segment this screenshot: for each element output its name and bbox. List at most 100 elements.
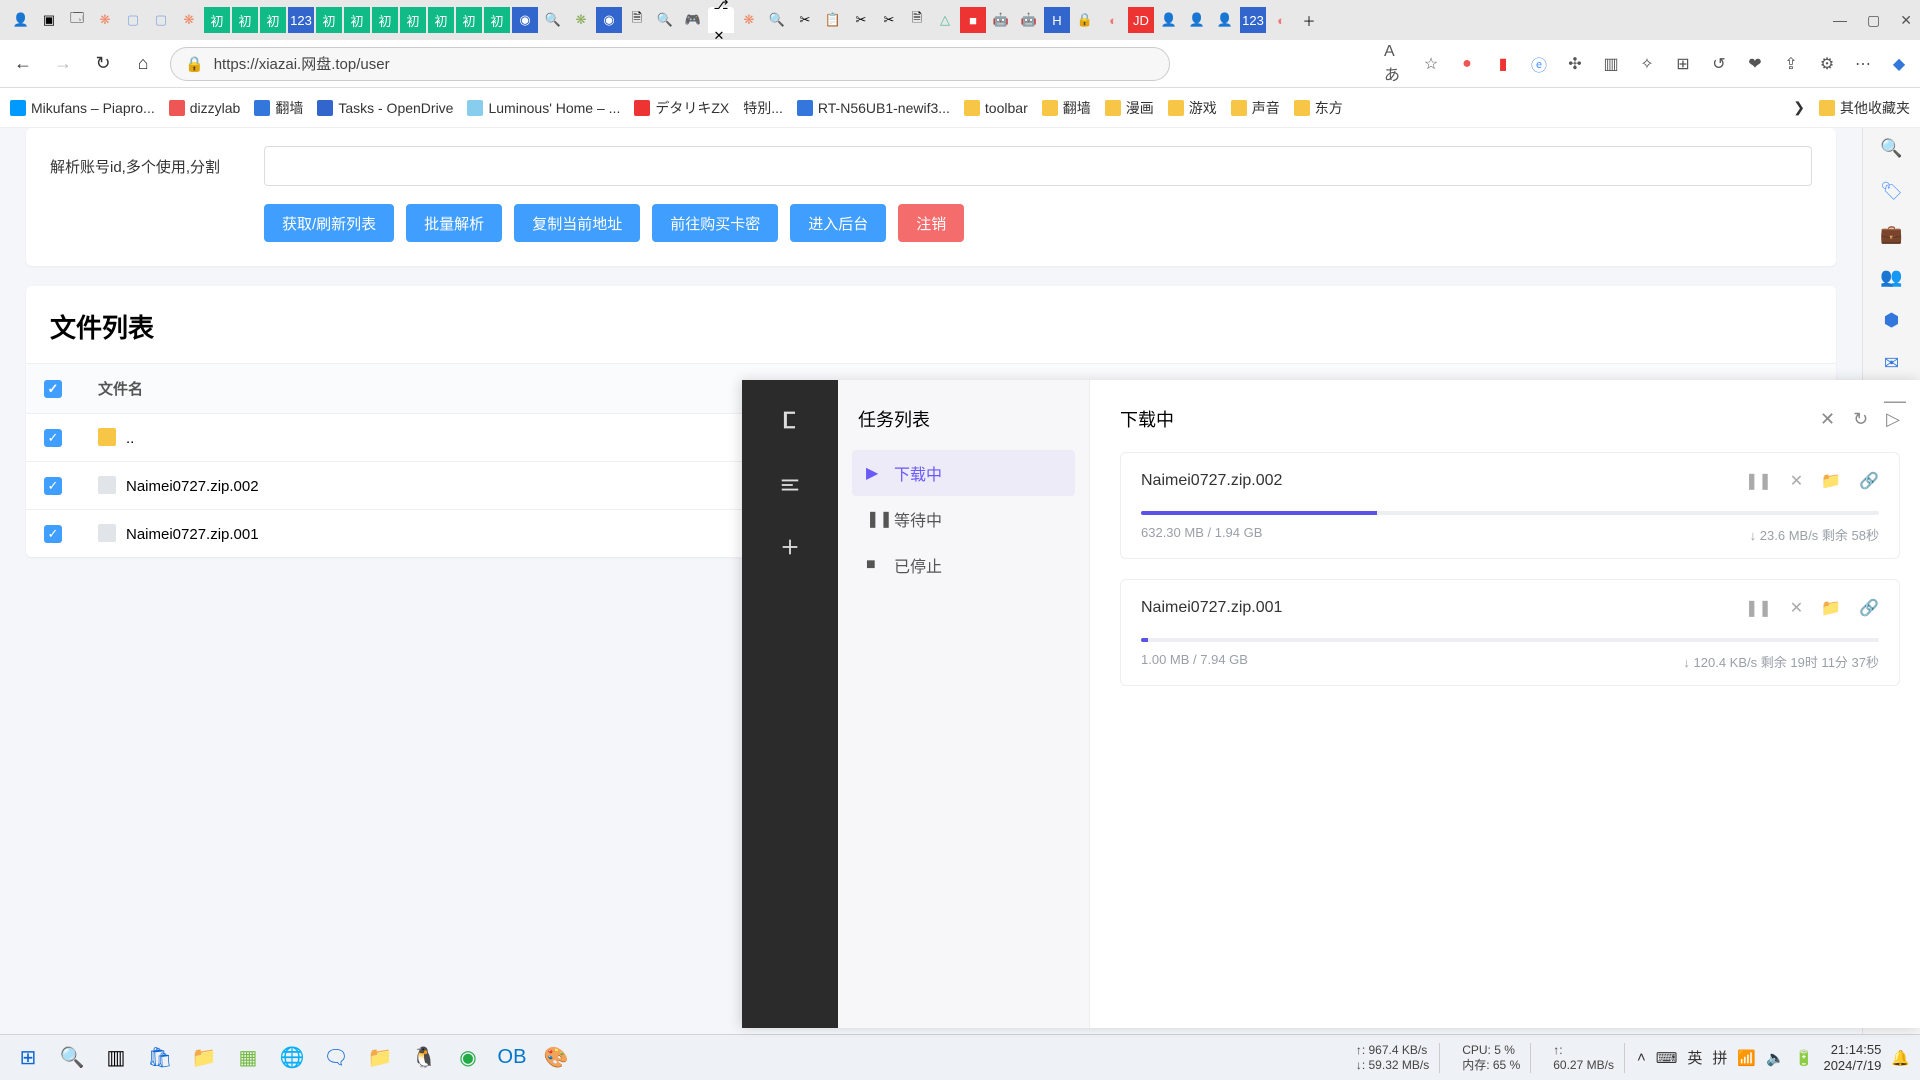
tab-icon[interactable]: H [1044,7,1070,33]
tab-icon[interactable]: 初 [484,7,510,33]
tab-icon[interactable]: 🗔 [64,7,90,33]
collections-icon[interactable]: ⊞ [1672,53,1694,75]
task-view-button[interactable]: ▥ [98,1040,134,1076]
buy-card-button[interactable]: 前往购买卡密 [652,204,778,242]
menu-icon[interactable] [779,474,801,496]
bookmark-item[interactable]: デタリキZX 特別... [634,98,783,118]
tab-icon[interactable]: ❋ [92,7,118,33]
tab-icon[interactable]: ◐ [1100,7,1126,33]
clock[interactable]: 21:14:55 2024/7/19 [1823,1042,1881,1073]
tab-icon[interactable]: ❋ [176,7,202,33]
tab-stopped[interactable]: ■ 已停止 [852,542,1075,588]
bookmarks-overflow[interactable]: ❯ [1793,99,1805,116]
taskbar-app[interactable]: 🐧 [406,1040,442,1076]
tab-icon[interactable]: 初 [344,7,370,33]
bookmark-item[interactable]: Mikufans – Piapro... [10,100,155,116]
tab-icon[interactable]: ✂ [792,7,818,33]
copilot-icon[interactable]: ◆ [1888,53,1910,75]
tab-icon[interactable]: 🔍 [652,7,678,33]
wifi-icon[interactable]: 📶 [1737,1049,1756,1067]
tab-icon[interactable]: ◐ [1268,7,1294,33]
keyboard-icon[interactable]: ⌨ [1656,1049,1678,1067]
tab-icon[interactable]: 123 [288,7,314,33]
tab-icon[interactable]: 🔍 [540,7,566,33]
select-all-checkbox[interactable]: ✓ [44,380,62,398]
favorites-icon[interactable]: ✧ [1636,53,1658,75]
row-checkbox[interactable]: ✓ [44,477,62,495]
folder-icon[interactable]: 📁 [1821,471,1841,491]
refresh-icon[interactable]: ↻ [1853,409,1868,430]
volume-icon[interactable]: 🔈 [1766,1049,1785,1067]
workspaces-icon[interactable]: ▣ [36,7,62,33]
close-icon[interactable]: ✕ [1820,409,1835,430]
taskbar-app[interactable]: 📁 [186,1040,222,1076]
other-bookmarks[interactable]: 其他收藏夹 [1819,98,1910,118]
tab-icon[interactable]: 🤖 [1016,7,1042,33]
bookmark-folder[interactable]: 翻墙 [1042,98,1091,118]
cancel-icon[interactable]: ✕ [1790,471,1803,491]
home-button[interactable]: ⌂ [130,51,156,77]
taskbar-app[interactable]: 🎨 [538,1040,574,1076]
tab-icon[interactable]: 初 [232,7,258,33]
tab-icon[interactable]: △ [932,7,958,33]
outlook-icon[interactable]: ✉ [1884,353,1899,374]
search-button[interactable]: 🔍 [54,1040,90,1076]
link-icon[interactable]: 🔗 [1859,598,1879,618]
tab-icon[interactable]: 🗎 [904,7,930,33]
tab-icon[interactable]: ◉ [596,7,622,33]
minimize-button[interactable]: — [1833,12,1847,29]
office-icon[interactable]: ⬢ [1884,310,1900,331]
tab-icon[interactable]: 📋 [820,7,846,33]
people-icon[interactable]: 👥 [1880,267,1902,288]
ime-mode[interactable]: 拼 [1712,1047,1727,1068]
tab-icon[interactable]: ▢ [148,7,174,33]
tab-icon[interactable]: 🤖 [988,7,1014,33]
close-button[interactable]: ✕ [1900,12,1912,29]
admin-button[interactable]: 进入后台 [790,204,886,242]
favorite-icon[interactable]: ☆ [1420,53,1442,75]
bookmark-folder[interactable]: 东方 [1294,98,1343,118]
tab-icon[interactable]: 初 [260,7,286,33]
shopping-icon[interactable]: ❤ [1744,53,1766,75]
tab-icon[interactable]: ◉ [512,7,538,33]
taskbar-app[interactable]: 🗨 [318,1040,354,1076]
active-tab[interactable]: ⎇ ✕ [708,7,734,33]
cancel-icon[interactable]: ✕ [1790,598,1803,618]
tab-icon[interactable]: ✂ [876,7,902,33]
bookmark-item[interactable]: dizzylab [169,100,241,116]
taskbar-app[interactable]: OB [494,1040,530,1076]
tab-icon[interactable]: JD [1128,7,1154,33]
tab-icon[interactable]: ❋ [568,7,594,33]
briefcase-icon[interactable]: 💼 [1880,224,1902,245]
bookmark-item[interactable]: Luminous' Home – ... [467,100,620,116]
tab-waiting[interactable]: ❚❚ 等待中 [852,496,1075,542]
ext-icon[interactable]: ⓔ [1528,53,1550,75]
profile-icon[interactable]: 👤 [8,7,34,33]
row-checkbox[interactable]: ✓ [44,429,62,447]
tab-icon[interactable]: 👤 [1184,7,1210,33]
row-checkbox[interactable]: ✓ [44,525,62,543]
minimize-icon[interactable]: — [1884,388,1906,414]
tab-icon[interactable]: ✂ [848,7,874,33]
pause-icon[interactable]: ❚❚ [1745,598,1772,618]
ime-lang[interactable]: 英 [1687,1047,1702,1068]
tab-icon[interactable]: 🔒 [1072,7,1098,33]
forward-button[interactable]: → [50,51,76,77]
bookmark-item[interactable]: Tasks - OpenDrive [317,100,453,116]
performance-icon[interactable]: ⚙ [1816,53,1838,75]
refresh-list-button[interactable]: 获取/刷新列表 [264,204,394,242]
tab-icon[interactable]: ❋ [736,7,762,33]
start-button[interactable]: ⊞ [10,1040,46,1076]
ext-icon[interactable]: ▮ [1492,53,1514,75]
copy-url-button[interactable]: 复制当前地址 [514,204,640,242]
taskbar-app[interactable]: 🛍 [142,1040,178,1076]
read-aloud-icon[interactable]: Aあ [1384,53,1406,75]
tab-icon[interactable]: 初 [456,7,482,33]
bookmark-folder[interactable]: 游戏 [1168,98,1217,118]
bookmark-item[interactable]: 翻墙 [254,98,303,118]
tab-icon[interactable]: 123 [1240,7,1266,33]
split-icon[interactable]: ▥ [1600,53,1622,75]
bookmark-folder[interactable]: 漫画 [1105,98,1154,118]
account-id-input[interactable] [264,146,1812,186]
tab-icon[interactable]: 👤 [1212,7,1238,33]
